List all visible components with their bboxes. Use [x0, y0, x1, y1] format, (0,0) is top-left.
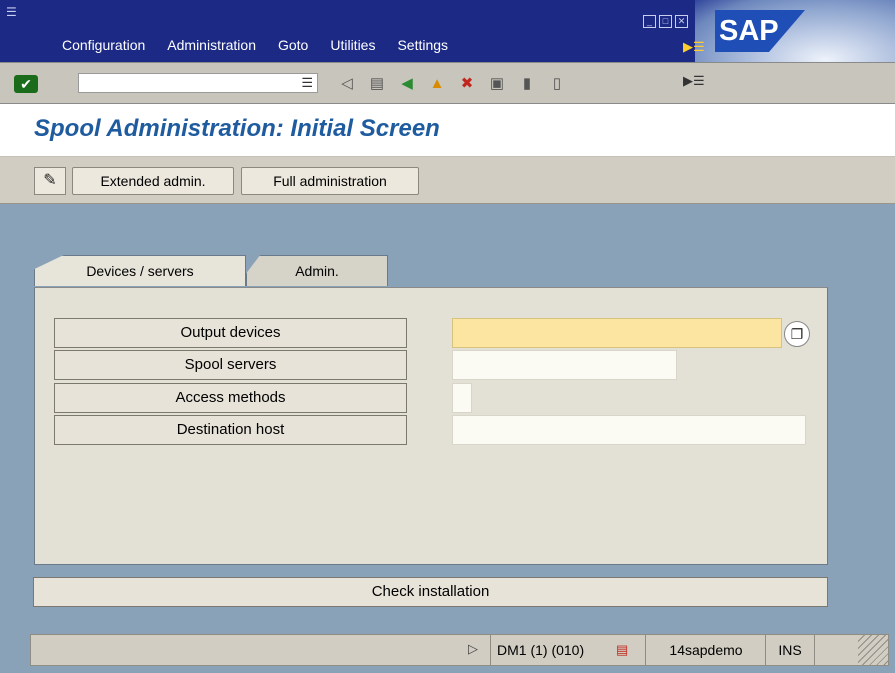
destination-host-button[interactable]: Destination host [54, 415, 407, 445]
extended-admin-button[interactable]: Extended admin. [72, 167, 234, 195]
find-next-icon[interactable]: ▯ [547, 74, 567, 94]
system-info[interactable]: DM1 (1) (010) ▤ [490, 635, 645, 665]
status-message [31, 635, 486, 665]
customize-layout-icon[interactable]: ▶☰ [683, 39, 705, 55]
input-mode[interactable]: INS [765, 635, 815, 665]
standard-toolbar: ✔ ☰ ◁ ▤ ◀ ▲ ✖ ▣ ▮ ▯ ▶☰ [0, 62, 895, 104]
sap-window: ☰ Configuration Administration Goto Util… [0, 0, 895, 673]
system-menu-icon[interactable]: ☰ [6, 5, 17, 19]
system-info-text: DM1 (1) (010) [497, 642, 585, 658]
menu-list: Configuration Administration Goto Utilit… [62, 37, 448, 53]
save-icon[interactable]: ▤ [367, 74, 387, 94]
back-icon[interactable]: ◁ [337, 74, 357, 94]
title-bar: Spool Administration: Initial Screen [0, 104, 895, 157]
status-expand-icon[interactable]: ▷ [468, 641, 478, 657]
full-administration-button[interactable]: Full administration [241, 167, 419, 195]
server-name: 14sapdemo [645, 635, 766, 665]
menu-utilities[interactable]: Utilities [330, 37, 375, 53]
tab-admin[interactable]: Admin. [246, 255, 388, 286]
layout-menu-icon[interactable]: ▶☰ [683, 73, 705, 89]
exit-icon[interactable]: ▲ [427, 74, 447, 94]
cancel-icon[interactable]: ✖ [457, 74, 477, 94]
menu-goto[interactable]: Goto [278, 37, 308, 53]
value-help-icon[interactable]: ❐ [784, 321, 810, 347]
maximize-icon[interactable]: □ [659, 15, 672, 28]
status-bar: ▷ DM1 (1) (010) ▤ 14sapdemo INS [30, 634, 889, 666]
display-change-icon[interactable]: ✎ [34, 167, 66, 195]
find-icon[interactable]: ▮ [517, 74, 537, 94]
print-icon[interactable]: ▣ [487, 74, 507, 94]
close-icon[interactable]: ✕ [675, 15, 688, 28]
menu-settings[interactable]: Settings [397, 37, 448, 53]
access-methods-button[interactable]: Access methods [54, 383, 407, 413]
access-methods-field[interactable] [452, 383, 472, 413]
minimize-icon[interactable]: _ [643, 15, 656, 28]
toolbar-icons: ◁ ▤ ◀ ▲ ✖ ▣ ▮ ▯ [337, 74, 567, 94]
spool-servers-field[interactable] [452, 350, 677, 380]
menu-administration[interactable]: Administration [167, 37, 256, 53]
system-list-icon[interactable]: ▤ [616, 635, 628, 665]
resize-grip[interactable] [858, 635, 888, 665]
tab-devices-servers[interactable]: Devices / servers [34, 255, 246, 286]
output-devices-field[interactable] [452, 318, 782, 348]
window-controls: _ □ ✕ [643, 15, 688, 28]
green-back-icon[interactable]: ◀ [397, 74, 417, 94]
command-field[interactable]: ☰ [78, 73, 318, 93]
check-installation-button[interactable]: Check installation [33, 577, 828, 607]
page-title: Spool Administration: Initial Screen [34, 115, 440, 142]
command-history-icon[interactable]: ☰ [301, 75, 313, 91]
spool-servers-button[interactable]: Spool servers [54, 350, 407, 380]
output-devices-button[interactable]: Output devices [54, 318, 407, 348]
destination-host-field[interactable] [452, 415, 806, 445]
enter-check-icon[interactable]: ✔ [14, 75, 38, 93]
menu-configuration[interactable]: Configuration [62, 37, 145, 53]
